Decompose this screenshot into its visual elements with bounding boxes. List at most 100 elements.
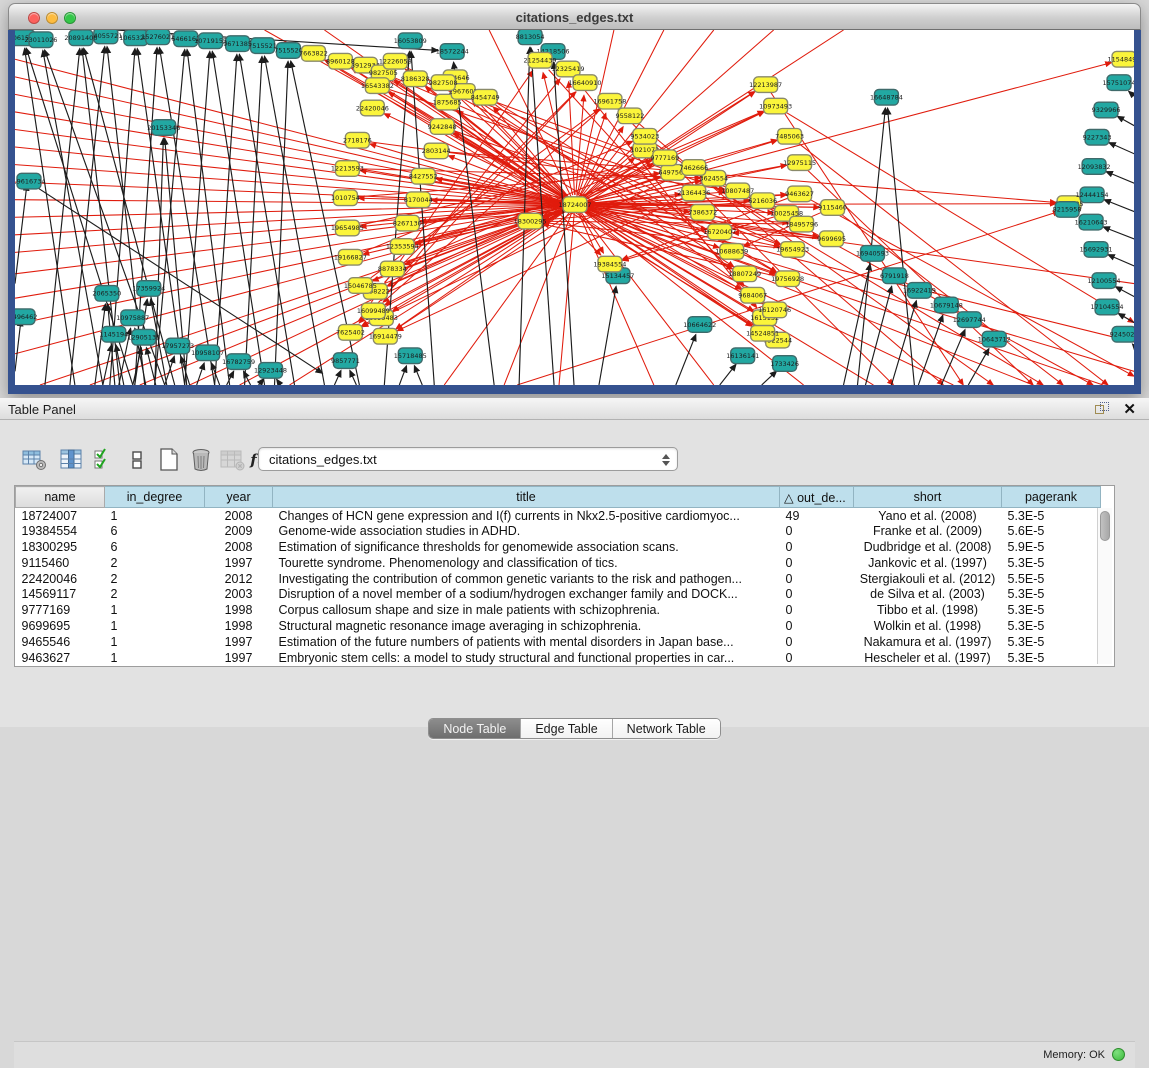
network-node[interactable]: 19756928 [771, 271, 804, 287]
table-scrollbar-thumb[interactable] [1100, 511, 1110, 541]
table-cell-title[interactable]: Corpus callosum shape and size in male p… [273, 602, 780, 618]
table-cell-year[interactable]: 1998 [205, 618, 273, 634]
table-cell-pagerank[interactable]: 5.3E-5 [1002, 602, 1101, 618]
network-node[interactable]: 8813054 [516, 30, 545, 45]
table-cell-name[interactable]: 18724007 [16, 508, 105, 524]
network-node[interactable]: 18572244 [436, 44, 469, 60]
tab-node-table[interactable]: Node Table [429, 719, 521, 738]
network-hub-node[interactable]: 18724007 [559, 197, 592, 213]
table-settings-icon[interactable] [20, 445, 50, 475]
network-node[interactable]: 9857771 [331, 353, 360, 369]
network-node[interactable]: 10664622 [683, 317, 716, 333]
network-node[interactable]: 15718485 [394, 348, 427, 364]
network-node[interactable]: 18807249 [728, 266, 761, 282]
table-cell-year[interactable]: 2008 [205, 508, 273, 524]
network-node[interactable]: 12697744 [953, 312, 986, 328]
table-cell-year[interactable]: 2003 [205, 586, 273, 602]
float-panel-icon[interactable] [1095, 402, 1109, 416]
column-header-title[interactable]: title [273, 487, 780, 508]
table-cell-in_degree[interactable]: 1 [105, 634, 205, 650]
network-node[interactable]: 18495796 [785, 216, 818, 232]
network-canvas[interactable]: 1010754102107210546461145194159588516151… [15, 30, 1134, 385]
table-cell-short[interactable]: Tibbo et al. (1998) [854, 602, 1002, 618]
table-cell-pagerank[interactable]: 5.3E-5 [1002, 634, 1101, 650]
column-header-out_degree[interactable]: △ out_de... [780, 487, 854, 508]
table-cell-name[interactable]: 9463627 [16, 650, 105, 666]
network-node[interactable]: 8215958 [1053, 202, 1082, 218]
table-cell-pagerank[interactable]: 5.6E-5 [1002, 523, 1101, 539]
table-cell-name[interactable]: 19384554 [16, 523, 105, 539]
table-cell-out_degree[interactable]: 0 [780, 539, 854, 555]
network-node[interactable]: 10643712 [978, 331, 1011, 347]
network-node[interactable]: 10958107 [191, 345, 224, 361]
delete-table-icon[interactable] [218, 445, 248, 475]
network-node[interactable]: 20153346 [147, 120, 180, 136]
network-node[interactable]: 19616734 [15, 173, 45, 189]
table-cell-out_degree[interactable]: 0 [780, 555, 854, 571]
network-node[interactable]: 8878334 [378, 261, 407, 277]
network-node[interactable]: 21364436 [677, 185, 710, 201]
column-header-short[interactable]: short [854, 487, 1002, 508]
table-cell-short[interactable]: Dudbridge et al. (2008) [854, 539, 1002, 555]
table-cell-name[interactable]: 14569117 [16, 586, 105, 602]
table-cell-title[interactable]: Changes of HCN gene expression and I(f) … [273, 508, 780, 524]
column-header-name[interactable]: name [16, 487, 105, 508]
table-row[interactable]: 2242004622012Investigating the contribut… [16, 571, 1101, 587]
network-node[interactable]: 10719155 [194, 33, 227, 49]
tab-network-table[interactable]: Network Table [613, 719, 720, 738]
table-row[interactable]: 969969511998Structural magnetic resonanc… [16, 618, 1101, 634]
table-cell-name[interactable]: 9777169 [16, 602, 105, 618]
table-cell-title[interactable]: Investigating the contribution of common… [273, 571, 780, 587]
table-cell-year[interactable]: 1997 [205, 555, 273, 571]
column-header-in_degree[interactable]: in_degree [105, 487, 205, 508]
table-cell-out_degree[interactable]: 49 [780, 508, 854, 524]
table-cell-pagerank[interactable]: 5.5E-5 [1002, 571, 1101, 587]
network-node[interactable]: 15692931 [1080, 242, 1113, 258]
table-cell-short[interactable]: Yano et al. (2008) [854, 508, 1002, 524]
network-node[interactable]: 16120746 [758, 302, 791, 318]
table-cell-short[interactable]: Stergiakouli et al. (2012) [854, 571, 1002, 587]
table-row[interactable]: 1938455462009Genome-wide association stu… [16, 523, 1101, 539]
network-node[interactable]: 9671385 [223, 36, 252, 52]
table-cell-out_degree[interactable]: 0 [780, 571, 854, 587]
table-row[interactable]: 1456911722003Disruption of a novel membe… [16, 586, 1101, 602]
network-node[interactable]: 16720407 [703, 224, 736, 240]
network-node[interactable]: 9777169 [650, 150, 679, 166]
table-cell-name[interactable]: 9115460 [16, 555, 105, 571]
table-cell-short[interactable]: Franke et al. (2009) [854, 523, 1002, 539]
table-cell-title[interactable]: Disruption of a novel member of a sodium… [273, 586, 780, 602]
table-cell-in_degree[interactable]: 1 [105, 602, 205, 618]
network-node[interactable]: 19654985 [331, 220, 364, 236]
table-row[interactable]: 946554611997Estimation of the future num… [16, 634, 1101, 650]
table-cell-title[interactable]: Estimation of the future numbers of pati… [273, 634, 780, 650]
table-cell-in_degree[interactable]: 1 [105, 508, 205, 524]
table-cell-out_degree[interactable]: 0 [780, 602, 854, 618]
table-cell-name[interactable]: 18300295 [16, 539, 105, 555]
network-node[interactable]: 21254439 [524, 52, 557, 68]
network-node[interactable]: 12100554 [1088, 273, 1121, 289]
network-node[interactable]: 7515521 [248, 38, 277, 54]
network-node[interactable]: 1145194 [99, 326, 128, 342]
table-cell-title[interactable]: Genome-wide association studies in ADHD. [273, 523, 780, 539]
network-node[interactable]: 17359924 [132, 281, 165, 297]
table-select-dropdown[interactable]: citations_edges.txt [258, 447, 678, 471]
table-cell-pagerank[interactable]: 5.3E-5 [1002, 618, 1101, 634]
table-cell-name[interactable]: 22420046 [16, 571, 105, 587]
table-cell-pagerank[interactable]: 5.3E-5 [1002, 555, 1101, 571]
network-node[interactable]: 16782759 [222, 354, 255, 370]
table-row[interactable]: 977716911998Corpus callosum shape and si… [16, 602, 1101, 618]
network-node[interactable]: 8960128 [326, 53, 355, 69]
network-node[interactable]: 7462666 [679, 160, 708, 176]
table-scrollbar[interactable] [1097, 508, 1112, 664]
network-node[interactable]: 7386372 [688, 205, 717, 221]
network-node[interactable]: 9329966 [1092, 102, 1121, 118]
table-cell-pagerank[interactable]: 5.3E-5 [1002, 586, 1101, 602]
table-row[interactable]: 946362711997Embryonic stem cells: a mode… [16, 650, 1101, 666]
network-node[interactable]: 16914479 [369, 328, 402, 344]
table-row[interactable]: 1830029562008Estimation of significance … [16, 539, 1101, 555]
network-node[interactable]: 9699695 [817, 231, 846, 247]
network-node[interactable]: 12905135 [127, 329, 160, 345]
network-node[interactable]: 20891406 [64, 30, 97, 46]
network-node[interactable]: 18300295 [514, 213, 547, 229]
network-node[interactable]: 15751074 [1103, 75, 1134, 91]
